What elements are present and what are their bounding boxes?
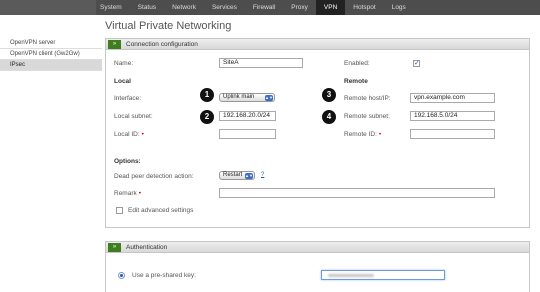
edit-advanced-checkbox[interactable] [116,207,123,214]
remote-host-label: Remote host/IP: [344,95,391,102]
required-marker: • [378,131,382,138]
collapse-toggle-icon[interactable]: » [108,40,121,49]
required-marker: • [141,131,144,138]
local-subnet-label: Local subnet: [114,113,153,120]
pre-shared-key-label: Use a pre-shared key: [132,272,196,279]
callout-4: 4 [322,110,336,124]
sidebar-item-ipsec[interactable]: IPsec [0,60,102,71]
pre-shared-key-radio[interactable] [118,272,125,279]
select-arrows-icon: ▲▼ [265,95,273,101]
sidebar-item-openvpn-server[interactable]: OpenVPN server [0,38,102,49]
authentication-panel-title: Authentication [126,244,168,251]
remark-label: Remark • [114,190,141,197]
enabled-label: Enabled: [344,60,370,67]
authentication-panel: » Authentication Use a pre-shared key: [105,241,530,292]
authentication-panel-header: » Authentication [106,242,529,253]
edit-advanced-label[interactable]: Edit advanced settings [128,207,193,214]
connection-configuration-panel: » Connection configuration Name: SiteA E… [105,38,530,228]
dpd-label: Dead peer detection action: [114,173,194,180]
remote-host-field[interactable]: vpn.example.com [410,93,495,103]
pre-shared-key-field[interactable] [321,270,445,280]
top-navigation-bar: System Status Network Services Firewall … [0,0,540,15]
name-field[interactable]: SiteA [219,58,303,68]
callout-1: 1 [200,88,214,102]
local-heading: Local [114,78,131,85]
remote-id-field[interactable] [410,129,495,139]
connection-panel-title: Connection configuration [126,41,198,48]
nav-firewall[interactable]: Firewall [245,0,283,15]
callout-3: 3 [322,88,336,102]
remote-id-text: Remote ID: [344,131,377,138]
sidebar-item-openvpn-client[interactable]: OpenVPN client (Gw2Gw) [0,49,102,60]
connection-panel-body: Name: SiteA Enabled: Local Remote Interf… [106,50,529,228]
dpd-select-value: Restart [223,172,243,178]
nav-status[interactable]: Status [130,0,164,15]
obscured-key-value [328,274,374,277]
name-label: Name: [114,60,134,67]
remote-subnet-field[interactable]: 192.168.5.0/24 [410,111,495,121]
interface-select-value: Uplink main [223,94,255,100]
required-marker: • [138,190,142,197]
nav-vpn[interactable]: VPN [315,0,346,15]
main-menu: System Status Network Services Firewall … [96,0,414,15]
nav-hotspot[interactable]: Hotspot [345,0,383,15]
remote-subnet-label: Remote subnet: [344,113,390,120]
nav-logs[interactable]: Logs [384,0,414,15]
connection-panel-header: » Connection configuration [106,39,529,50]
remark-text: Remark [114,190,137,197]
authentication-panel-body: Use a pre-shared key: [106,253,529,292]
sidebar: OpenVPN server OpenVPN client (Gw2Gw) IP… [0,38,102,71]
collapse-toggle-icon[interactable]: » [108,243,121,252]
options-heading: Options: [114,158,141,165]
remote-id-label: Remote ID: • [344,131,381,138]
nav-system[interactable]: System [96,0,130,15]
interface-select[interactable]: Uplink main ▲▼ [219,93,275,102]
callout-2: 2 [200,110,214,124]
remark-field[interactable] [219,188,495,198]
enabled-checkbox[interactable] [413,59,420,67]
local-id-text: Local ID: [114,131,140,138]
local-id-field[interactable] [219,129,276,139]
brand-area [0,0,96,15]
local-subnet-field[interactable]: 192.168.20.0/24 [219,111,276,121]
local-id-label: Local ID: • [114,131,144,138]
nav-services[interactable]: Services [204,0,245,15]
select-arrows-icon: ▲▼ [245,173,253,179]
remote-heading: Remote [344,78,368,85]
nav-proxy[interactable]: Proxy [283,0,316,15]
page-title: Virtual Private Networking [105,20,232,32]
help-link[interactable]: ? [261,172,264,178]
interface-label: Interface: [114,95,142,102]
nav-network[interactable]: Network [164,0,204,15]
dpd-action-select[interactable]: Restart ▲▼ [219,171,255,180]
